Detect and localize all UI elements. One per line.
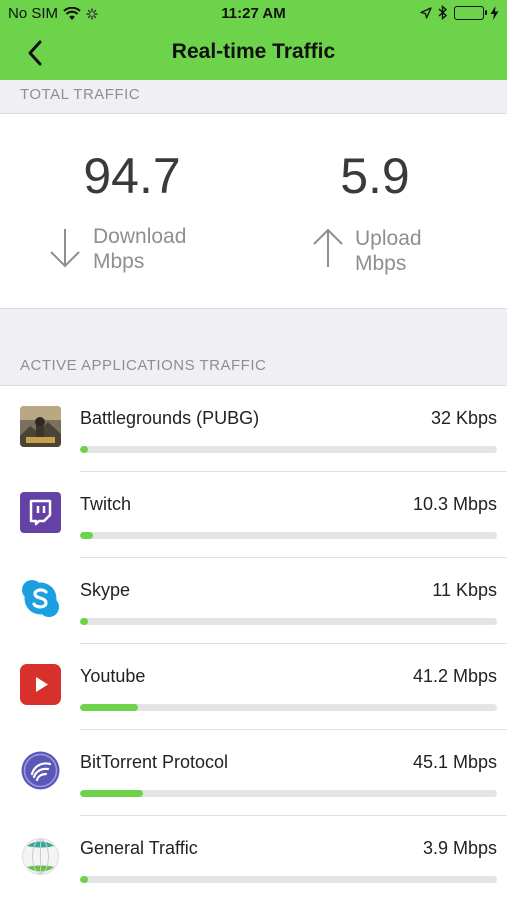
download-label: Download Mbps [93, 224, 186, 274]
download-unit: Mbps [93, 250, 145, 273]
traffic-bar [80, 532, 497, 539]
app-row-youtube[interactable]: Youtube 41.2 Mbps [0, 644, 507, 730]
nav-bar: Real-time Traffic [0, 28, 507, 78]
bittorrent-icon [20, 750, 61, 791]
traffic-bar-fill [80, 618, 89, 625]
app-rate: 11 Kbps [432, 580, 497, 600]
app-rate: 41.2 Mbps [412, 666, 497, 686]
app-row-bittorrent[interactable]: BitTorrent Protocol 45.1 Mbps [0, 730, 507, 816]
traffic-bar-fill [80, 532, 93, 539]
header: No SIM 11:27 AM Real-time Traffic [0, 0, 507, 80]
upload-stat: 5.9 Upload Mbps [253, 114, 506, 310]
download-stat: 94.7 Download Mbps [0, 114, 253, 310]
battery-icon [454, 5, 487, 20]
bluetooth-icon [438, 5, 448, 20]
app-name: Youtube [80, 666, 146, 686]
upload-label-text: Upload [355, 227, 422, 250]
traffic-bar-fill [80, 446, 89, 453]
download-value: 94.7 [83, 148, 181, 204]
app-name: General Traffic [80, 838, 198, 858]
app-rate: 3.9 Mbps [422, 838, 497, 858]
twitch-icon [20, 492, 61, 533]
active-apps-section-label: ACTIVE APPLICATIONS TRAFFIC [20, 357, 267, 374]
app-name: Twitch [80, 494, 132, 514]
arrow-down-icon [50, 229, 80, 268]
skype-icon [20, 578, 61, 619]
page-title: Real-time Traffic [171, 40, 336, 63]
traffic-bar-fill [80, 790, 143, 797]
app-rate: 32 Kbps [430, 408, 497, 428]
traffic-bar [80, 790, 497, 797]
app-name: Skype [80, 580, 131, 600]
pubg-icon [20, 406, 61, 447]
upload-value: 5.9 [340, 148, 410, 204]
app-row-twitch[interactable]: Twitch 10.3 Mbps [0, 472, 507, 558]
download-label-text: Download [93, 225, 187, 248]
status-bar: No SIM 11:27 AM [0, 0, 507, 28]
app-rate: 45.1 Mbps [412, 752, 497, 772]
upload-label: Upload Mbps [355, 226, 422, 276]
app-row-skype[interactable]: Skype 11 Kbps [0, 558, 507, 644]
app-row-pubg[interactable]: Battlegrounds (PUBG) 32 Kbps [0, 386, 507, 472]
app-name: BitTorrent Protocol [80, 752, 229, 772]
app-name: Battlegrounds (PUBG) [80, 408, 260, 428]
active-apps-list: Battlegrounds (PUBG) 32 Kbps Twitch 10.3… [0, 385, 507, 900]
traffic-bar [80, 446, 497, 453]
traffic-bar [80, 704, 497, 711]
app-rate: 10.3 Mbps [412, 494, 497, 514]
total-traffic-panel: 94.7 Download Mbps 5.9 Upload Mbps [0, 113, 507, 309]
arrow-up-icon [313, 228, 343, 267]
total-traffic-section-label: TOTAL TRAFFIC [20, 86, 141, 103]
traffic-bar-fill [80, 704, 139, 711]
charging-bolt-icon [490, 5, 499, 20]
upload-unit: Mbps [355, 252, 407, 275]
youtube-icon [20, 664, 61, 705]
globe-icon [20, 836, 61, 877]
traffic-bar [80, 876, 497, 883]
app-row-general-traffic[interactable]: General Traffic 3.9 Mbps [0, 816, 507, 900]
location-arrow-icon [420, 6, 432, 19]
status-right [420, 5, 499, 20]
traffic-bar-fill [80, 876, 89, 883]
traffic-bar [80, 618, 497, 625]
